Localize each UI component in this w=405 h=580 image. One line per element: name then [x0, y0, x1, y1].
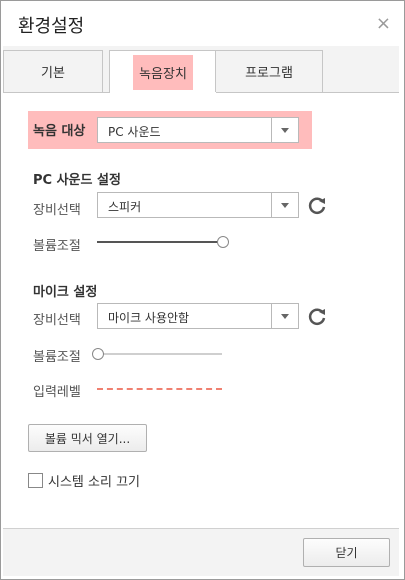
mic-volume-label: 볼륨조절 [33, 350, 81, 365]
pc-volume-knob[interactable] [217, 236, 229, 248]
recording-target-select[interactable]: PC 사운드 [97, 117, 299, 143]
recording-target-label: 녹음 대상 [33, 124, 86, 139]
mic-volume-knob[interactable] [92, 348, 104, 360]
pc-volume-slider[interactable] [97, 241, 222, 243]
tab-program[interactable]: 프로그램 [215, 50, 323, 92]
refresh-icon[interactable] [306, 194, 328, 216]
mic-device-label: 장비선택 [33, 313, 81, 328]
dialog-title: 환경설정 [18, 16, 85, 37]
mic-volume-slider[interactable] [97, 353, 222, 355]
tab-label: 기본 [41, 66, 65, 81]
pc-sound-title: PC 사운드 설정 [33, 173, 121, 188]
pc-volume-label: 볼륨조절 [33, 239, 81, 254]
mute-system-checkbox[interactable] [28, 473, 43, 488]
close-button[interactable]: 닫기 [303, 538, 390, 567]
title-bar: 환경설정 × [1, 1, 404, 47]
tab-recording-device[interactable]: 녹음장치 [109, 50, 217, 93]
mute-system-label: 시스템 소리 끄기 [48, 475, 140, 490]
tab-bar: 기본 녹음장치 프로그램 [3, 46, 399, 93]
select-value: 마이크 사용안함 [108, 311, 190, 325]
mic-title: 마이크 설정 [33, 285, 98, 300]
refresh-icon[interactable] [306, 305, 328, 327]
volume-mixer-button[interactable]: 볼륨 믹서 열기... [28, 424, 147, 452]
chevron-down-icon[interactable] [271, 193, 298, 217]
tab-basic[interactable]: 기본 [3, 50, 103, 92]
mic-device-select[interactable]: 마이크 사용안함 [97, 303, 299, 329]
tab-label: 프로그램 [245, 66, 293, 81]
chevron-down-icon[interactable] [271, 118, 298, 142]
tab-label: 녹음장치 [133, 54, 193, 90]
select-value: PC 사운드 [108, 125, 161, 139]
pc-device-select[interactable]: 스피커 [97, 192, 299, 218]
select-value: 스피커 [108, 200, 142, 214]
close-icon[interactable]: × [376, 13, 391, 34]
input-level-meter [97, 388, 222, 390]
pc-device-label: 장비선택 [33, 203, 81, 218]
input-level-label: 입력레벨 [33, 385, 81, 400]
chevron-down-icon[interactable] [271, 304, 298, 328]
